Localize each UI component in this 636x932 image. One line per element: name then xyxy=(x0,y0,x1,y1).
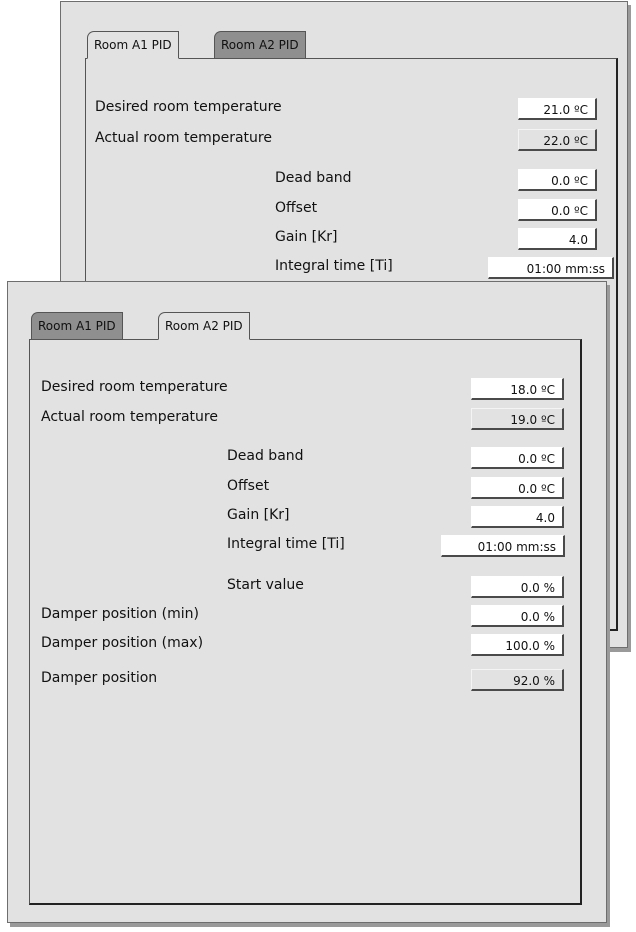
desired-room-temperature-input[interactable]: 18.0 ºC xyxy=(471,378,564,400)
damper-position-value: 92.0 % xyxy=(471,669,564,691)
pid-window-room-a2: Room A1 PID Room A2 PID Desired room tem… xyxy=(7,281,607,923)
integral-time-label: Integral time [Ti] xyxy=(227,536,345,552)
integral-time-label: Integral time [Ti] xyxy=(275,258,393,274)
gain-input[interactable]: 4.0 xyxy=(518,228,597,250)
dead-band-input[interactable]: 0.0 ºC xyxy=(471,447,564,469)
dead-band-label: Dead band xyxy=(275,170,352,186)
actual-room-temperature-label: Actual room temperature xyxy=(41,409,218,425)
offset-input[interactable]: 0.0 ºC xyxy=(471,477,564,499)
damper-position-label: Damper position xyxy=(41,670,158,686)
tab-room-a2-pid[interactable]: Room A2 PID xyxy=(158,312,250,340)
tab-room-a1-pid[interactable]: Room A1 PID xyxy=(31,312,123,339)
tab-room-a2-pid[interactable]: Room A2 PID xyxy=(214,31,306,58)
dead-band-label: Dead band xyxy=(227,448,304,464)
gain-label: Gain [Kr] xyxy=(275,229,338,245)
damper-position-max-input[interactable]: 100.0 % xyxy=(471,634,564,656)
integral-time-input[interactable]: 01:00 mm:ss xyxy=(441,535,565,557)
gain-input[interactable]: 4.0 xyxy=(471,506,564,528)
offset-label: Offset xyxy=(227,478,270,494)
offset-label: Offset xyxy=(275,200,318,216)
tab-panel-room-a2: Desired room temperature 18.0 ºC Actual … xyxy=(29,339,582,905)
start-value-input[interactable]: 0.0 % xyxy=(471,576,564,598)
desired-room-temperature-input[interactable]: 21.0 ºC xyxy=(518,98,597,120)
damper-position-min-label: Damper position (min) xyxy=(41,606,199,622)
actual-room-temperature-value: 22.0 ºC xyxy=(518,129,597,151)
actual-room-temperature-value: 19.0 ºC xyxy=(471,408,564,430)
desired-room-temperature-label: Desired room temperature xyxy=(95,99,282,115)
damper-position-max-label: Damper position (max) xyxy=(41,635,204,651)
desired-room-temperature-label: Desired room temperature xyxy=(41,379,228,395)
tab-room-a1-pid[interactable]: Room A1 PID xyxy=(87,31,179,59)
damper-position-min-input[interactable]: 0.0 % xyxy=(471,605,564,627)
start-value-label: Start value xyxy=(227,577,304,593)
dead-band-input[interactable]: 0.0 ºC xyxy=(518,169,597,191)
actual-room-temperature-label: Actual room temperature xyxy=(95,130,272,146)
gain-label: Gain [Kr] xyxy=(227,507,290,523)
offset-input[interactable]: 0.0 ºC xyxy=(518,199,597,221)
integral-time-input[interactable]: 01:00 mm:ss xyxy=(488,257,614,279)
